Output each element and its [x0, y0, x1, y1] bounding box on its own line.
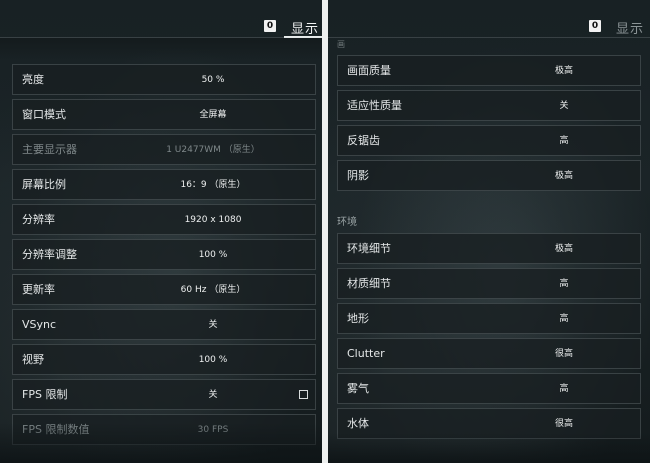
- setting-label: 适应性质量: [347, 99, 402, 112]
- setting-value: 高: [559, 314, 569, 324]
- section-label-graphics: 画: [337, 40, 345, 49]
- setting-value: 极高: [554, 244, 574, 254]
- setting-aspect-ratio[interactable]: 屏幕比例 16：9 （原生）: [12, 169, 316, 200]
- setting-clutter[interactable]: Clutter 很高: [337, 338, 641, 369]
- setting-value: 很高: [554, 419, 574, 429]
- setting-label: 更新率: [22, 283, 55, 296]
- setting-fps-limit-value: FPS 限制数值 30 FPS: [12, 414, 316, 445]
- setting-primary-display: 主要显示器 1 U2477WM （原生）: [12, 134, 316, 165]
- setting-label: 地形: [347, 312, 369, 325]
- setting-label: 屏幕比例: [22, 178, 66, 191]
- setting-label: 阴影: [347, 169, 369, 182]
- setting-value: 1920 x 1080: [184, 215, 242, 225]
- setting-window-mode[interactable]: 窗口模式 全屏幕: [12, 99, 316, 130]
- setting-value: 60 Hz （原生）: [180, 285, 246, 295]
- setting-anti-aliasing[interactable]: 反锯齿 高: [337, 125, 641, 156]
- setting-environment-detail[interactable]: 环境细节 极高: [337, 233, 641, 264]
- setting-label: VSync: [22, 318, 57, 331]
- setting-label: 窗口模式: [22, 108, 66, 121]
- setting-label: 环境细节: [347, 242, 391, 255]
- tab-key-hint: 0: [589, 20, 601, 32]
- setting-label: 材质细节: [347, 277, 391, 290]
- scroll-fade-top: [0, 38, 322, 60]
- setting-value: 1 U2477WM （原生）: [166, 145, 260, 155]
- setting-label: 主要显示器: [22, 143, 77, 156]
- setting-value: 高: [559, 279, 569, 289]
- tab-display[interactable]: 显示: [616, 18, 644, 37]
- setting-field-of-view[interactable]: 视野 100 %: [12, 344, 316, 375]
- setting-label: 分辨率调整: [22, 248, 77, 261]
- setting-value: 30 FPS: [197, 425, 229, 435]
- setting-value: 关: [208, 320, 218, 330]
- setting-value: 100 %: [198, 250, 228, 260]
- display-settings-panel-right: 0 显示 画 画面质量 极高 适应性质量 关 反锯齿 高 阴影 极高 环境 环境…: [328, 0, 650, 463]
- setting-value: 很高: [554, 349, 574, 359]
- header-divider: [0, 37, 322, 38]
- section-label-environment: 环境: [337, 217, 357, 228]
- header-divider: [328, 37, 650, 38]
- setting-value: 高: [559, 384, 569, 394]
- setting-value: 全屏幕: [199, 110, 227, 120]
- setting-label: 雾气: [347, 382, 369, 395]
- setting-label: 亮度: [22, 73, 44, 86]
- setting-label: FPS 限制数值: [22, 423, 90, 436]
- setting-vsync[interactable]: VSync 关: [12, 309, 316, 340]
- setting-label: 反锯齿: [347, 134, 380, 147]
- setting-value: 高: [559, 136, 569, 146]
- setting-value: 16：9 （原生）: [180, 180, 246, 190]
- setting-water[interactable]: 水体 很高: [337, 408, 641, 439]
- setting-value: 关: [208, 390, 218, 400]
- setting-shadows[interactable]: 阴影 极高: [337, 160, 641, 191]
- setting-resolution[interactable]: 分辨率 1920 x 1080: [12, 204, 316, 235]
- setting-resolution-scale[interactable]: 分辨率调整 100 %: [12, 239, 316, 270]
- setting-label: 水体: [347, 417, 369, 430]
- setting-label: 分辨率: [22, 213, 55, 226]
- setting-value: 极高: [554, 66, 574, 76]
- setting-label: 视野: [22, 353, 44, 366]
- panel-header: 0 显示: [328, 0, 650, 40]
- setting-graphics-quality[interactable]: 画面质量 极高: [337, 55, 641, 86]
- setting-brightness[interactable]: 亮度 50 %: [12, 64, 316, 95]
- setting-value: 100 %: [198, 355, 228, 365]
- setting-fog[interactable]: 雾气 高: [337, 373, 641, 404]
- tab-display[interactable]: 显示: [291, 18, 319, 37]
- tab-key-hint: 0: [264, 20, 276, 32]
- fps-limit-checkbox[interactable]: [299, 390, 308, 399]
- display-settings-panel-left: 0 显示 亮度 50 % 窗口模式 全屏幕 主要显示器 1 U2477WM （原…: [0, 0, 322, 463]
- setting-label: 画面质量: [347, 64, 391, 77]
- setting-value: 关: [559, 101, 569, 111]
- setting-refresh-rate[interactable]: 更新率 60 Hz （原生）: [12, 274, 316, 305]
- setting-value: 50 %: [201, 75, 225, 85]
- setting-adaptive-quality[interactable]: 适应性质量 关: [337, 90, 641, 121]
- setting-texture-detail[interactable]: 材质细节 高: [337, 268, 641, 299]
- setting-fps-limit[interactable]: FPS 限制 关: [12, 379, 316, 410]
- setting-terrain[interactable]: 地形 高: [337, 303, 641, 334]
- setting-value: 极高: [554, 171, 574, 181]
- setting-label: Clutter: [347, 347, 385, 360]
- panel-header: 0 显示: [0, 0, 322, 40]
- setting-label: FPS 限制: [22, 388, 68, 401]
